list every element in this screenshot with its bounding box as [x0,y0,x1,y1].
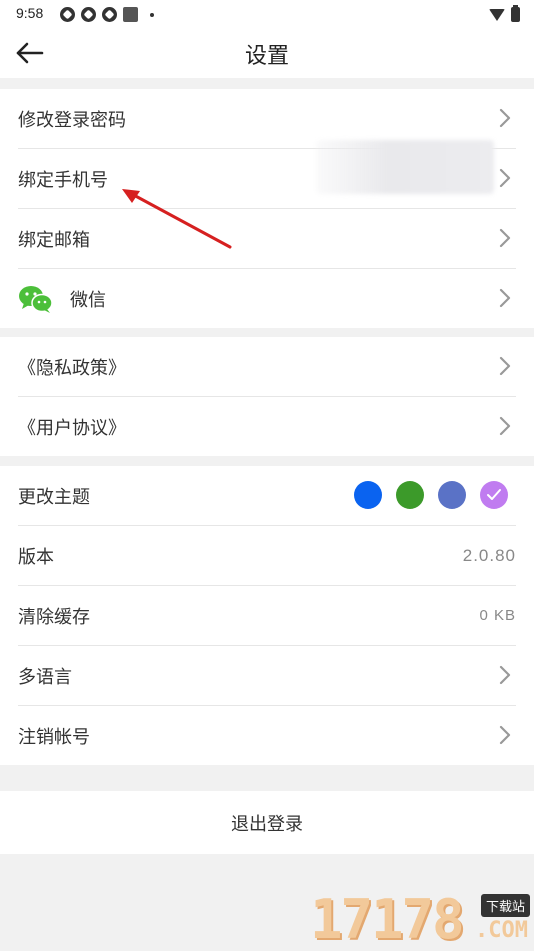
theme-color-option[interactable] [354,481,382,509]
clear-cache-item[interactable]: 清除缓存 0 KB [18,586,516,646]
privacy-policy-item[interactable]: 《隐私政策》 [18,337,516,397]
watermark-number: 17178 [310,888,465,951]
wechat-icon [18,284,54,314]
chevron-right-icon [498,227,512,249]
chevron-right-icon [498,355,512,377]
legal-group: 《隐私政策》 《用户协议》 [0,337,534,456]
language-label: 多语言 [18,666,72,688]
battery-icon [511,5,520,22]
bind-email-item[interactable]: 绑定邮箱 [18,209,516,269]
notification-app-icon [81,7,96,22]
status-system-icons [489,5,520,22]
wechat-item[interactable]: 微信 [18,269,516,328]
page-title: 设置 [244,44,289,69]
notification-app-icon [60,7,75,22]
theme-color-option[interactable] [438,481,466,509]
change-password-label: 修改登录密码 [18,109,126,131]
wifi-icon [489,8,505,21]
status-notification-icons [60,7,154,22]
clear-cache-label: 清除缓存 [18,606,90,628]
version-label: 版本 [18,546,54,568]
title-bar: 设置 [0,28,534,78]
chevron-right-icon [498,167,512,189]
account-settings-group: 修改登录密码 绑定手机号 绑定邮箱 微信 [0,89,534,328]
watermark-suffix: .COM [475,918,528,943]
bind-phone-label: 绑定手机号 [18,169,108,191]
check-icon [487,489,501,500]
chevron-right-icon [498,664,512,686]
chevron-right-icon [498,107,512,129]
blurred-phone-number [316,140,494,194]
status-time: 9:58 [16,5,44,21]
theme-item: 更改主题 [18,466,516,526]
chevron-right-icon [498,724,512,746]
version-value: 2.0.80 [462,545,516,565]
wechat-label: 微信 [70,289,106,311]
app-settings-group: 更改主题 版本 2.0.80 清除缓存 0 KB 多语言 注销帐号 [0,466,534,765]
user-agreement-item[interactable]: 《用户协议》 [18,397,516,456]
logout-button[interactable]: 退出登录 [0,791,534,854]
chevron-right-icon [498,415,512,437]
bind-email-label: 绑定邮箱 [18,229,90,251]
theme-color-picker [354,481,508,509]
watermark-tag: 下载站 [480,894,530,917]
cancel-account-label: 注销帐号 [18,726,90,748]
cache-size-value: 0 KB [479,607,516,624]
chevron-right-icon [498,287,512,309]
privacy-policy-label: 《隐私政策》 [18,357,126,379]
notification-square-icon [123,7,138,22]
cancel-account-item[interactable]: 注销帐号 [18,706,516,765]
notification-app-icon [102,7,117,22]
more-notifications-dot-icon [150,12,154,17]
version-item: 版本 2.0.80 [18,526,516,586]
theme-color-option[interactable] [480,481,508,509]
user-agreement-label: 《用户协议》 [18,417,126,439]
theme-color-option[interactable] [396,481,424,509]
language-item[interactable]: 多语言 [18,646,516,706]
theme-label: 更改主题 [18,486,90,508]
status-bar: 9:58 [0,0,534,28]
watermark-logo: 17178 下载站 .COM [310,888,534,951]
